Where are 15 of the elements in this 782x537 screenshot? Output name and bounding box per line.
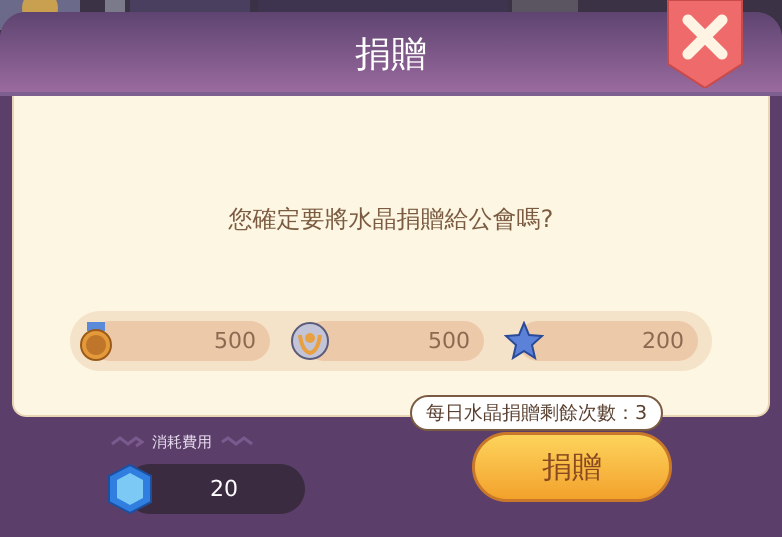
ornament-icon [110, 436, 144, 448]
daily-count-tooltip: 每日水晶捐贈剩餘次數：3 [410, 395, 664, 431]
reward-amount: 200 [642, 328, 684, 356]
close-button[interactable] [666, 0, 744, 88]
dialog-title: 捐贈 [355, 33, 427, 77]
cost-label: 消耗費用 [152, 432, 212, 453]
cost-amount: 20 [210, 476, 238, 504]
reward-amount: 500 [214, 328, 256, 356]
ornament-icon [220, 436, 254, 448]
close-icon [666, 0, 744, 88]
reward-amount: 500 [428, 328, 470, 356]
donate-button[interactable]: 捐贈 [472, 432, 672, 502]
star-icon [504, 321, 544, 361]
confirm-message: 您確定要將水晶捐贈給公會嗎? [228, 204, 554, 235]
crystal-icon [105, 463, 155, 515]
